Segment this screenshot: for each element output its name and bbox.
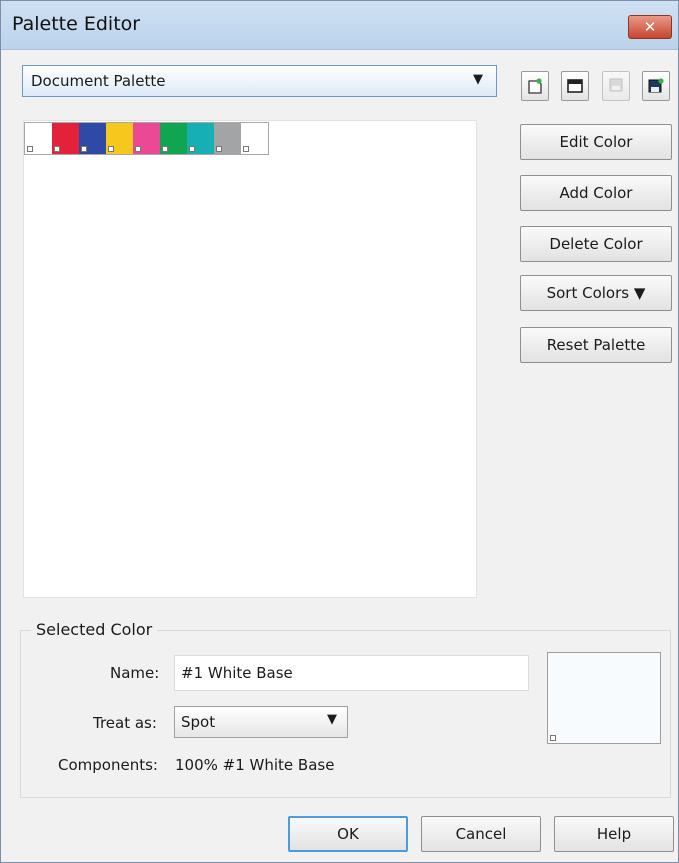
- dropdown-arrow-icon: ▼: [473, 72, 483, 87]
- swatch-marker: [189, 146, 195, 152]
- help-button[interactable]: Help: [554, 816, 674, 852]
- dropdown-arrow-icon: ▼: [327, 712, 337, 727]
- window-title: Palette Editor: [12, 13, 141, 35]
- cancel-button[interactable]: Cancel: [421, 816, 541, 852]
- swatch-marker: [54, 146, 60, 152]
- swatch-area[interactable]: [23, 120, 477, 598]
- delete-color-button[interactable]: Delete Color: [520, 226, 672, 262]
- components-label: Components:: [58, 756, 158, 774]
- swatch-marker: [162, 146, 168, 152]
- new-palette-icon: [528, 78, 542, 94]
- swatch-marker: [216, 146, 222, 152]
- add-color-button[interactable]: Add Color: [520, 175, 672, 211]
- color-swatch[interactable]: [187, 123, 214, 154]
- save-as-palette-icon: [648, 78, 664, 93]
- color-swatch[interactable]: [214, 123, 241, 154]
- treat-as-value: Spot: [181, 713, 216, 731]
- swatch-marker: [108, 146, 114, 152]
- title-bar: Palette Editor ✕: [1, 1, 678, 50]
- new-palette-button[interactable]: [521, 71, 549, 101]
- color-swatch[interactable]: [160, 123, 187, 154]
- ok-button[interactable]: OK: [288, 816, 408, 852]
- reset-palette-button[interactable]: Reset Palette: [520, 327, 672, 363]
- selected-color-title: Selected Color: [31, 620, 158, 639]
- swatch-marker: [135, 146, 141, 152]
- palette-select-value: Document Palette: [31, 72, 166, 90]
- color-swatch[interactable]: [52, 123, 79, 154]
- components-value: 100% #1 White Base: [175, 756, 335, 774]
- swatch-marker: [243, 146, 249, 152]
- open-palette-button[interactable]: [561, 71, 589, 101]
- close-button[interactable]: ✕: [628, 15, 672, 39]
- swatch-marker: [27, 146, 33, 152]
- palette-editor-window: Palette Editor ✕ Document Palette ▼ Edit…: [0, 0, 679, 863]
- color-swatch[interactable]: [106, 123, 133, 154]
- treat-as-select[interactable]: Spot ▼: [174, 706, 348, 738]
- swatch-row: [24, 122, 269, 155]
- save-palette-icon: [609, 78, 623, 92]
- name-label: Name:: [110, 664, 160, 682]
- color-swatch[interactable]: [241, 123, 268, 154]
- color-swatch[interactable]: [25, 123, 52, 154]
- sort-colors-button[interactable]: Sort Colors ▼: [520, 275, 672, 311]
- open-palette-icon: [567, 79, 583, 93]
- save-palette-button[interactable]: [602, 71, 630, 101]
- color-swatch[interactable]: [133, 123, 160, 154]
- color-preview: [547, 652, 661, 744]
- swatch-marker: [81, 146, 87, 152]
- name-field[interactable]: [174, 655, 529, 691]
- save-as-palette-button[interactable]: [642, 71, 670, 101]
- palette-select[interactable]: Document Palette ▼: [22, 65, 497, 97]
- swatch-marker: [550, 735, 556, 741]
- edit-color-button[interactable]: Edit Color: [520, 124, 672, 160]
- color-swatch[interactable]: [79, 123, 106, 154]
- treat-as-label: Treat as:: [93, 714, 157, 732]
